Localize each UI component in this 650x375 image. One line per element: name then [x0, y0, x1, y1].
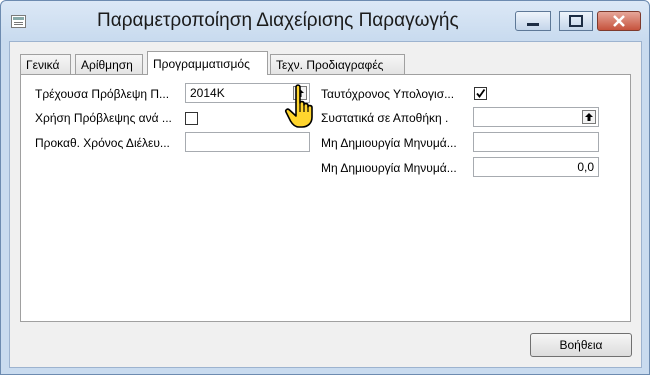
- arrow-up-icon: [585, 113, 593, 121]
- use-forecast-by-checkbox[interactable]: [185, 112, 198, 125]
- default-safety-time-field[interactable]: [185, 132, 310, 152]
- window-title: Παραμετροποίηση Διαχείρισης Παραγωγής: [97, 10, 459, 31]
- tab-specifications[interactable]: Τεχν. Προδιαγραφές: [270, 54, 405, 74]
- minimize-icon: [527, 23, 539, 26]
- tab-numbering[interactable]: Αρίθμηση: [75, 54, 143, 74]
- minimize-button[interactable]: [515, 11, 551, 31]
- no-create-messages-field-2[interactable]: 0,0: [473, 157, 599, 177]
- tab-panel-planning: Τρέχουσα Πρόβλεψη Π... 2014K Χρήση Πρόβλ…: [20, 74, 631, 322]
- no-create-messages-label-1: Μη Δημιουργία Μηνυμά...: [321, 136, 457, 150]
- components-at-location-label: Συστατικά σε Αποθήκη .: [321, 111, 449, 125]
- close-icon: [613, 15, 625, 27]
- dialog-client-area: Γενικά Αρίθμηση Προγραμματισμός Τεχν. Πρ…: [9, 41, 642, 368]
- close-button[interactable]: [597, 11, 641, 31]
- hand-pointer-icon: [284, 84, 313, 128]
- simultaneous-calc-label: Ταυτόχρονος Υπολογισ...: [321, 87, 455, 101]
- tab-planning[interactable]: Προγραμματισμός: [147, 51, 268, 75]
- main-window: Παραμετροποίηση Διαχείρισης Παραγωγής Γε…: [0, 0, 650, 375]
- current-forecast-label: Τρέχουσα Πρόβλεψη Π...: [35, 87, 170, 101]
- default-safety-time-label: Προκαθ. Χρόνος Διέλευ...: [35, 136, 170, 150]
- simultaneous-calc-checkbox[interactable]: [474, 87, 487, 100]
- components-at-location-lookup-button[interactable]: [582, 110, 596, 124]
- components-at-location-field[interactable]: [473, 107, 599, 127]
- title-bar[interactable]: Παραμετροποίηση Διαχείρισης Παραγωγής: [1, 1, 649, 41]
- maximize-icon: [569, 15, 583, 27]
- no-create-messages-field-1[interactable]: [473, 132, 599, 152]
- maximize-button[interactable]: [559, 11, 593, 31]
- checkmark-icon: [476, 88, 486, 98]
- tab-general[interactable]: Γενικά: [20, 54, 71, 74]
- current-forecast-value: 2014K: [190, 86, 225, 100]
- no-create-messages-label-2: Μη Δημιουργία Μηνυμά...: [321, 161, 457, 175]
- window-icon[interactable]: [11, 15, 26, 28]
- use-forecast-by-label: Χρήση Πρόβλεψης ανά ...: [35, 111, 172, 125]
- help-button[interactable]: Βοήθεια: [530, 333, 632, 357]
